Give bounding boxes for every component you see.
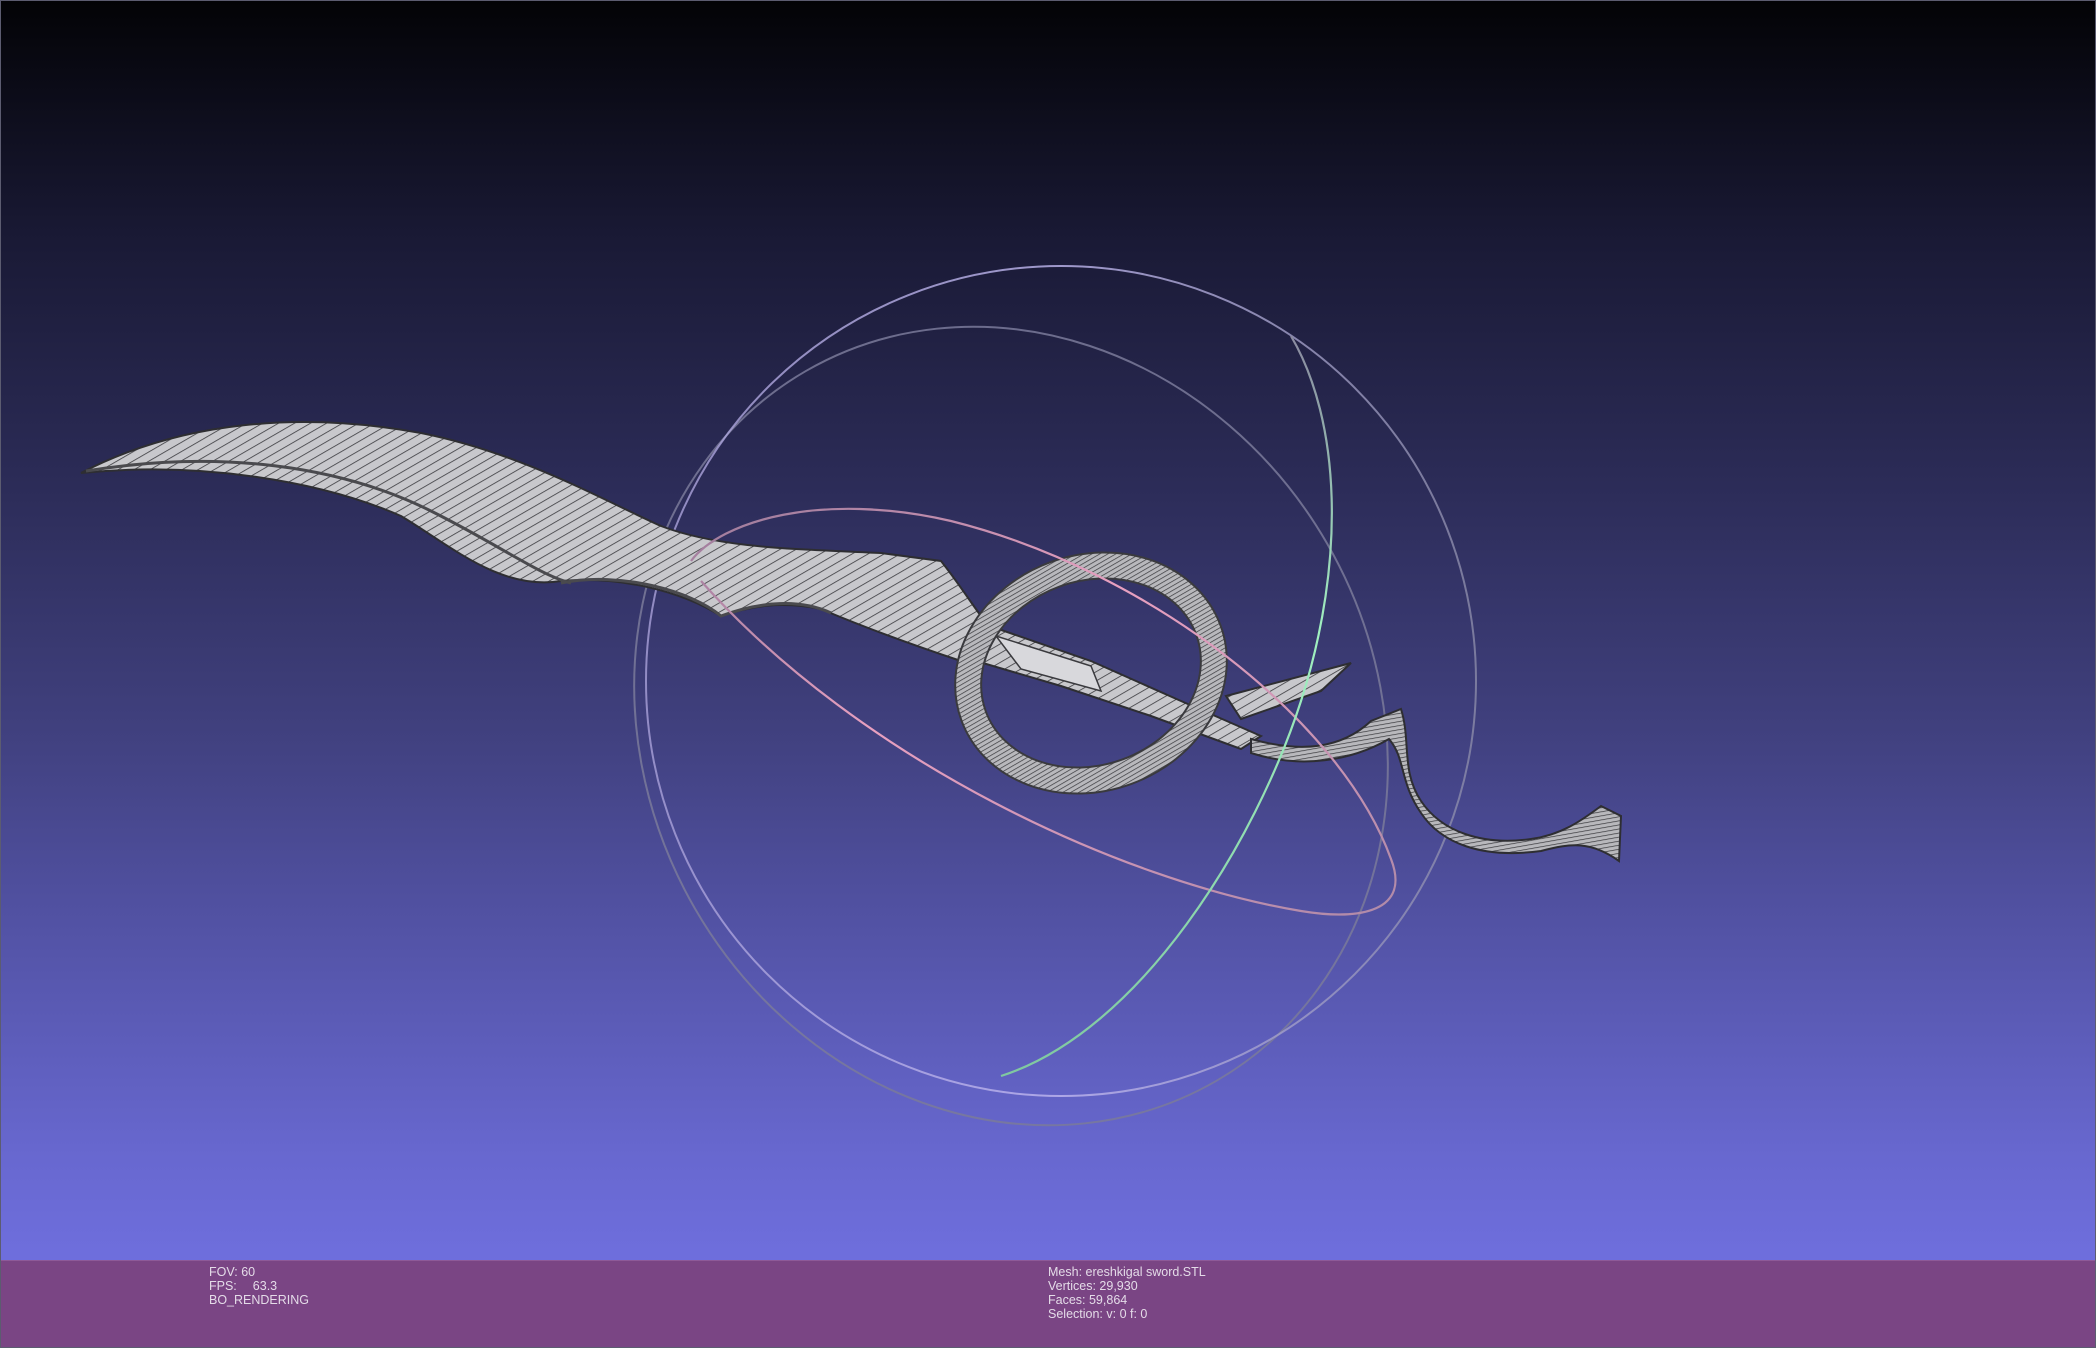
mesh-info-panel: Mesh: ereshkigal sword.STL Vertices: 29,… xyxy=(1048,1265,1206,1321)
render-info-panel: FOV: 60 FPS: 63.3 BO_RENDERING xyxy=(209,1265,309,1307)
sword-blade[interactable] xyxy=(80,421,993,663)
render-mode: BO_RENDERING xyxy=(209,1293,310,1307)
fov-readout: FOV: 60 xyxy=(209,1265,256,1279)
fps-readout: FPS: 63.3 xyxy=(209,1279,278,1293)
3d-viewport[interactable]: FOV: 60 FPS: 63.3 BO_RENDERING Mesh: eres… xyxy=(0,0,2096,1348)
vertex-count: Vertices: 29,930 xyxy=(1048,1279,1138,1293)
status-info-bar: FOV: 60 FPS: 63.3 BO_RENDERING Mesh: eres… xyxy=(1,1260,2095,1347)
selection-count: Selection: v: 0 f: 0 xyxy=(1048,1307,1148,1321)
sword-mesh[interactable] xyxy=(80,421,1623,863)
trackball-gizmo-front xyxy=(690,335,1397,1078)
mesh-name: Mesh: ereshkigal sword.STL xyxy=(1048,1265,1206,1279)
face-count: Faces: 59,864 xyxy=(1048,1293,1128,1307)
sword-tail[interactable] xyxy=(1250,707,1623,863)
scene-canvas[interactable] xyxy=(1,1,2096,1261)
